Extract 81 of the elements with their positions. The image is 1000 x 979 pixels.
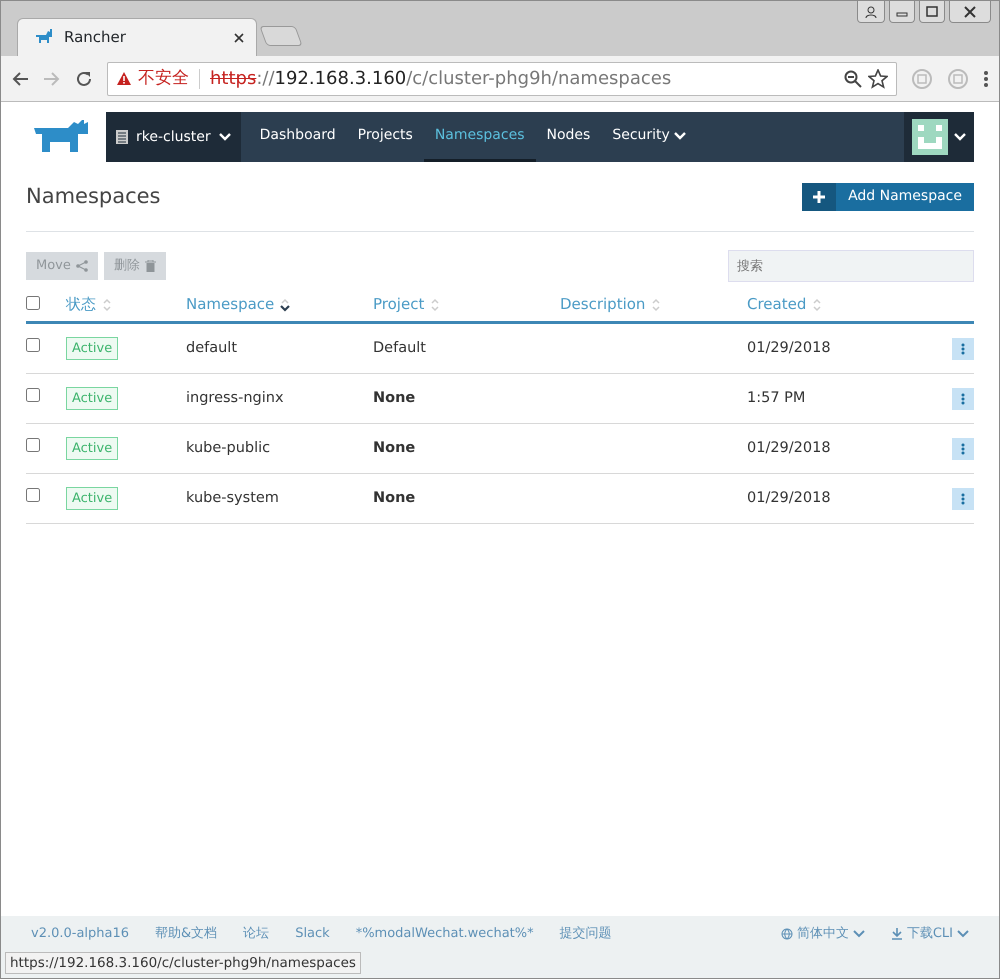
- server-icon: [116, 130, 128, 144]
- close-icon[interactable]: [949, 1, 991, 23]
- globe-icon: [780, 928, 793, 940]
- project-cell-text: None: [373, 438, 416, 458]
- project-cell-text: Default: [373, 338, 427, 358]
- chevron-icon: [957, 930, 969, 938]
- row-checkbox[interactable]: [26, 388, 40, 402]
- footer-link[interactable]: Slack: [295, 924, 330, 944]
- created-cell-text: 01/29/2018: [747, 488, 832, 508]
- actions-button[interactable]: [952, 388, 974, 410]
- warning-icon: [116, 71, 132, 86]
- user-icon[interactable]: [857, 1, 885, 23]
- menu-icon[interactable]: [983, 70, 989, 88]
- created-cell-text: 1:57 PM: [747, 388, 806, 408]
- actions-button[interactable]: [952, 438, 974, 460]
- status-badge: Active: [66, 436, 118, 460]
- search-field[interactable]: 搜索: [728, 250, 974, 282]
- column-header[interactable]: Description: [560, 293, 747, 316]
- zoom-icon[interactable]: [844, 70, 862, 88]
- more-icon: [961, 392, 965, 404]
- user-menu[interactable]: [904, 112, 974, 162]
- nav-link[interactable]: Namespaces: [424, 112, 536, 162]
- tab-title: Rancher: [64, 27, 127, 48]
- nav-link[interactable]: Projects: [346, 112, 424, 162]
- column-header[interactable]: Project: [373, 293, 560, 316]
- maximize-icon[interactable]: [919, 1, 945, 23]
- chevron-icon: [218, 133, 231, 141]
- row-checkbox[interactable]: [26, 338, 40, 352]
- namespace-cell-text: kube-public: [186, 438, 272, 458]
- namespace-cell-text: kube-system: [186, 488, 280, 508]
- trash-icon: [144, 260, 156, 272]
- chevron-icon: [954, 133, 966, 141]
- namespace-cell-text: ingress-nginx: [186, 388, 285, 408]
- created-cell-text: 01/29/2018: [747, 438, 832, 458]
- add-namespace-button[interactable]: Add Namespace: [802, 182, 974, 210]
- cluster-selector[interactable]: rke-cluster: [106, 112, 241, 162]
- reload-icon[interactable]: [75, 70, 93, 88]
- created-cell-text: 01/29/2018: [747, 338, 832, 358]
- more-icon: [961, 442, 965, 454]
- footer-link[interactable]: 提交问题: [560, 924, 612, 944]
- nav-link[interactable]: Nodes: [536, 112, 602, 162]
- footer-link[interactable]: *%modalWechat.wechat%*: [356, 924, 534, 944]
- plus-icon: [802, 182, 836, 210]
- status-badge: Active: [66, 486, 118, 510]
- nav-link[interactable]: Dashboard: [248, 112, 347, 162]
- column-header[interactable]: Created: [747, 293, 934, 316]
- project-cell-text: None: [373, 488, 416, 508]
- more-icon: [961, 342, 965, 354]
- select-all-checkbox[interactable]: [26, 296, 40, 310]
- download-icon: [890, 928, 903, 940]
- sort-icon[interactable]: [280, 298, 290, 312]
- project-cell-text: None: [373, 388, 416, 408]
- actions-button[interactable]: [952, 488, 974, 510]
- close-icon[interactable]: [234, 32, 244, 42]
- browser-tab[interactable]: Rancher: [17, 18, 257, 56]
- status-badge: Active: [66, 336, 118, 360]
- row-checkbox[interactable]: [26, 438, 40, 452]
- share-icon: [76, 260, 88, 272]
- star-icon[interactable]: [868, 68, 888, 88]
- back-icon[interactable]: [11, 70, 29, 86]
- minimize-icon[interactable]: [889, 1, 915, 23]
- column-header[interactable]: Namespace: [186, 293, 373, 316]
- nav-link[interactable]: Security: [601, 112, 697, 162]
- row-checkbox[interactable]: [26, 488, 40, 502]
- footer-link[interactable]: v2.0.0-alpha16: [31, 924, 130, 944]
- avatar-icon: [912, 119, 948, 155]
- actions-button[interactable]: [952, 338, 974, 360]
- url-text: https://192.168.3.160/c/cluster-phg9h/namespaces: [210, 67, 672, 91]
- page-title: Namespaces: [26, 182, 161, 210]
- download-cli-menu[interactable]: 下载CLI: [890, 924, 969, 944]
- footer-link[interactable]: 论坛: [243, 924, 270, 944]
- column-header[interactable]: 状态: [66, 293, 186, 316]
- security-label: 不安全: [138, 66, 189, 90]
- status-url-tooltip: https://192.168.3.160/c/cluster-phg9h/namespaces: [5, 952, 361, 974]
- chevron-icon: [852, 930, 865, 938]
- language-menu[interactable]: 简体中文: [780, 924, 865, 944]
- footer-link[interactable]: 帮助&文档: [155, 924, 218, 944]
- status-badge: Active: [66, 386, 118, 410]
- namespace-cell-text: default: [186, 338, 238, 358]
- address-bar[interactable]: 不安全 https://192.168.3.160/c/cluster-phg9h/namespaces: [107, 62, 897, 96]
- more-icon: [961, 492, 965, 504]
